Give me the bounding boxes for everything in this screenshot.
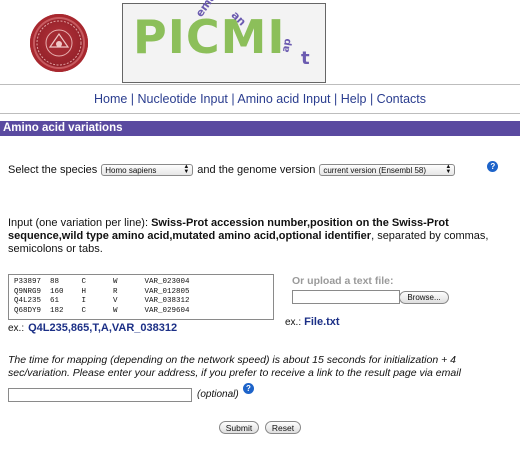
nav-amino-acid-input[interactable]: Amino acid Input: [237, 92, 330, 106]
example-file-label: ex.:: [285, 317, 302, 328]
species-select[interactable]: Homo sapiens ▲ ▼: [101, 164, 194, 176]
input-description-prefix: Input (one variation per line):: [8, 217, 152, 229]
species-select-value: Homo sapiens: [105, 165, 157, 175]
reset-button[interactable]: Reset: [265, 421, 301, 434]
nav-home[interactable]: Home: [94, 92, 127, 106]
section-title: Amino acid variations: [0, 121, 520, 136]
species-help-icon[interactable]: ?: [487, 160, 499, 172]
nav-divider: [0, 113, 520, 114]
example-file-link[interactable]: File.txt: [304, 316, 339, 328]
header-divider: [0, 84, 520, 85]
example-input: ex.: Q4L235,865,T,A,VAR_038312: [8, 322, 177, 334]
optional-label: (optional): [197, 389, 239, 400]
example-input-label: ex.:: [8, 323, 25, 334]
input-description: Input (one variation per line): Swiss-Pr…: [8, 217, 512, 256]
nav-separator: |: [130, 92, 135, 106]
banner-suffix-text: t: [301, 48, 310, 69]
submit-button[interactable]: Submit: [219, 421, 259, 434]
mapping-note: The time for mapping (depending on the n…: [8, 354, 461, 379]
browse-button[interactable]: Browse...: [399, 291, 449, 304]
example-input-value: Q4L235,865,T,A,VAR_038312: [28, 322, 178, 334]
variations-textarea[interactable]: P33897 88 C W VAR_023004 Q9NRG9 160 H R …: [8, 274, 274, 320]
top-nav: Home | Nucleotide Input | Amino acid Inp…: [0, 92, 520, 106]
select-arrows-icon: ▲ ▼: [183, 164, 190, 175]
email-field[interactable]: [8, 388, 192, 402]
select-arrows-icon: ▲ ▼: [445, 164, 452, 175]
textarea-line: Q9NRG9 160 H R VAR_012805: [14, 287, 190, 296]
nav-separator: |: [334, 92, 338, 106]
nav-contacts[interactable]: Contacts: [377, 92, 426, 106]
genome-select-value: current version (Ensembl 58): [323, 165, 427, 175]
textarea-line: Q4L235 61 I V VAR_038312: [14, 297, 190, 305]
nav-help[interactable]: Help: [341, 92, 367, 106]
upload-label: Or upload a text file:: [292, 275, 394, 287]
textarea-line: Q68DY9 182 C W VAR_029604: [14, 306, 190, 315]
nav-separator: |: [369, 92, 374, 106]
species-label: Select the species: [8, 164, 98, 176]
file-path-field[interactable]: [292, 290, 400, 304]
textarea-line: P33897 88 C W VAR_023004: [14, 278, 190, 286]
picmi-banner-logo: PICMI emaps an ap t: [122, 0, 326, 83]
nav-separator: |: [231, 92, 235, 106]
banner-letters: PICMI: [133, 10, 286, 64]
email-help-icon[interactable]: ?: [243, 383, 254, 394]
university-seal-logo: [30, 14, 88, 72]
genome-label: and the genome version: [197, 164, 316, 176]
nav-nucleotide-input[interactable]: Nucleotide Input: [138, 92, 228, 106]
banner-small-text-3: ap: [280, 37, 294, 54]
example-file: ex.: File.txt: [285, 316, 340, 328]
genome-version-select[interactable]: current version (Ensembl 58) ▲ ▼: [319, 164, 456, 176]
species-row: Select the species Homo sapiens ▲ ▼ and t…: [8, 160, 499, 176]
